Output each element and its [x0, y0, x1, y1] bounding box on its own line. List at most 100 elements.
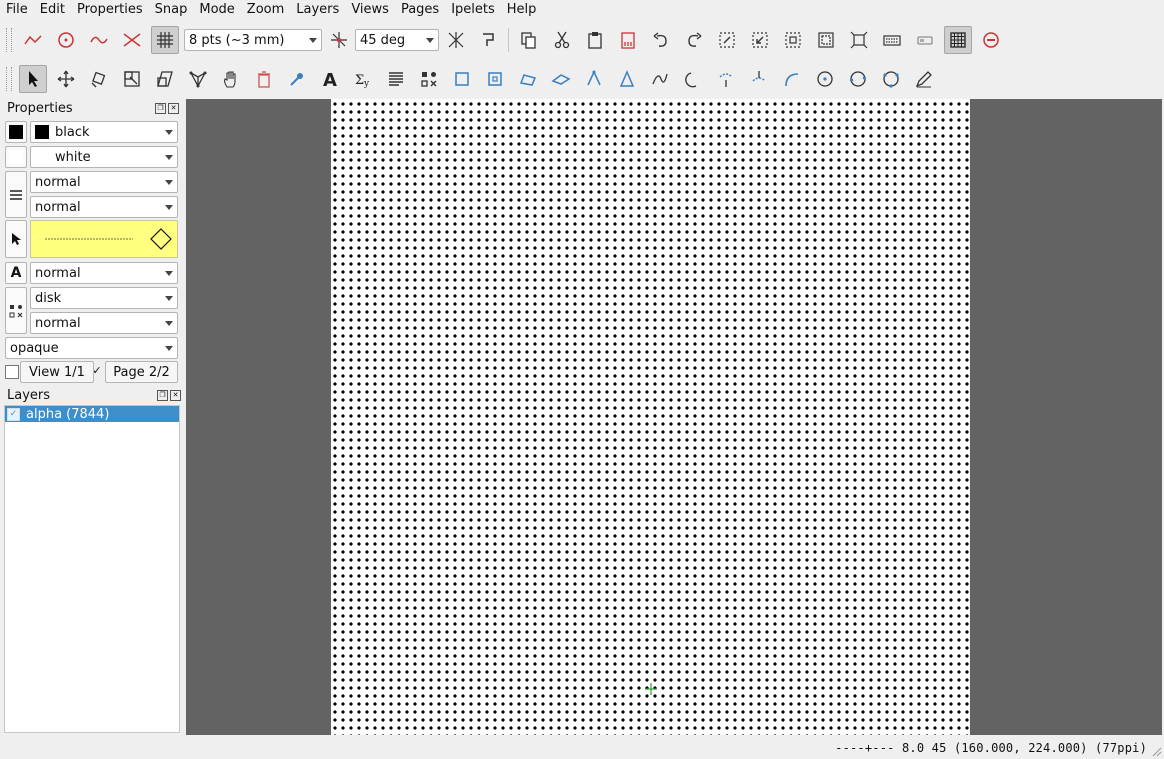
lines-tool-icon[interactable]: [547, 65, 575, 93]
spline-polygon-tool-icon[interactable]: [646, 65, 674, 93]
menu-properties[interactable]: Properties: [71, 0, 149, 20]
mark-tool-icon[interactable]: [415, 65, 443, 93]
chevron-down-icon: [165, 154, 173, 160]
circle-tool-icon[interactable]: [778, 65, 806, 93]
splines-tool-icon[interactable]: [613, 65, 641, 93]
snap-intersection-icon[interactable]: [118, 26, 146, 54]
circle-points-icon[interactable]: [877, 65, 905, 93]
fit-objects-icon[interactable]: [812, 26, 840, 54]
rotate-tool-icon[interactable]: [85, 65, 113, 93]
text-size-button[interactable]: A: [5, 262, 27, 284]
line-preview[interactable]: [30, 220, 178, 258]
grid-size-select[interactable]: 8 pts (~3 mm): [184, 29, 322, 51]
arrow-mode-button[interactable]: [5, 220, 27, 258]
view-marked-checkbox[interactable]: [5, 365, 19, 379]
fit-page-icon[interactable]: [713, 26, 741, 54]
close-icon[interactable]: ✕: [170, 389, 181, 401]
circle-three-point-icon[interactable]: [745, 65, 773, 93]
snap-center-icon[interactable]: [52, 26, 80, 54]
graph-tool-icon[interactable]: [184, 65, 212, 93]
zoom-in-icon[interactable]: [746, 26, 774, 54]
layer-visible-checkbox[interactable]: ✓: [7, 407, 20, 421]
stroke-color-select[interactable]: black: [30, 121, 178, 143]
keyboard-icon[interactable]: [878, 26, 906, 54]
chevron-down-icon: [309, 37, 317, 43]
menu-edit[interactable]: Edit: [34, 0, 71, 20]
toolbar-grip[interactable]: [6, 28, 12, 52]
rectangle-tool-icon[interactable]: [448, 65, 476, 93]
box-tool-icon[interactable]: [481, 65, 509, 93]
view-button[interactable]: View 1/1: [20, 361, 94, 383]
page-canvas[interactable]: [331, 99, 970, 735]
dash-style-select[interactable]: normal: [30, 196, 178, 218]
math-text-tool-icon[interactable]: Σy: [349, 65, 377, 93]
translate-tool-icon[interactable]: [52, 65, 80, 93]
toolbar-grip[interactable]: [6, 67, 12, 91]
pan-tool-icon[interactable]: [217, 65, 245, 93]
float-icon[interactable]: ❐: [155, 102, 166, 114]
text-size-select[interactable]: normal: [30, 262, 178, 284]
stretch-tool-icon[interactable]: [118, 65, 146, 93]
circle-diameter-icon[interactable]: [811, 65, 839, 93]
menu-mode[interactable]: Mode: [193, 0, 240, 20]
delete-page-icon[interactable]: [614, 26, 642, 54]
canvas-area[interactable]: [186, 99, 1162, 735]
shred-tool-icon[interactable]: [250, 65, 278, 93]
toolbar-separator: [508, 28, 509, 52]
menu-pages[interactable]: Pages: [395, 0, 445, 20]
circle-outline-icon[interactable]: [844, 65, 872, 93]
zoom-selection-icon[interactable]: [779, 26, 807, 54]
menu-zoom[interactable]: Zoom: [241, 0, 290, 20]
stroke-color-button[interactable]: [5, 121, 27, 143]
redo-icon[interactable]: [680, 26, 708, 54]
angular-snap-icon[interactable]: [325, 26, 353, 54]
picker-tool-icon[interactable]: [283, 65, 311, 93]
layout-snap-icon[interactable]: [475, 26, 503, 54]
ink-tool-icon[interactable]: [910, 65, 938, 93]
copy-icon[interactable]: [515, 26, 543, 54]
angle-select[interactable]: 45 deg: [355, 29, 439, 51]
parallelogram-tool-icon[interactable]: [514, 65, 542, 93]
pen-width-select[interactable]: normal: [30, 171, 178, 193]
snap-vertex-icon[interactable]: [19, 26, 47, 54]
mark-size-select[interactable]: normal: [30, 312, 178, 334]
layout-icon[interactable]: [911, 26, 939, 54]
menu-layers[interactable]: Layers: [290, 0, 345, 20]
arc-tool-icon[interactable]: [679, 65, 707, 93]
resize-grip-icon[interactable]: [1152, 747, 1162, 757]
fill-color-select[interactable]: white: [30, 146, 178, 168]
grid-toggle-icon[interactable]: [943, 26, 972, 54]
mark-shape-select[interactable]: disk: [30, 287, 178, 309]
page-button[interactable]: Page 2/2: [105, 361, 178, 383]
undo-icon[interactable]: [647, 26, 675, 54]
menu-bar: File Edit Properties Snap Mode Zoom Laye…: [0, 0, 1164, 20]
text-tool-icon[interactable]: A: [316, 65, 344, 93]
zoom-out-icon[interactable]: [977, 26, 1005, 54]
menu-file[interactable]: File: [0, 0, 34, 20]
menu-snap[interactable]: Snap: [149, 0, 194, 20]
layer-item[interactable]: ✓ alpha (7844): [5, 406, 179, 422]
select-tool-icon[interactable]: [18, 65, 47, 93]
opacity-select[interactable]: opaque: [5, 337, 178, 359]
menu-help[interactable]: Help: [501, 0, 543, 20]
cut-icon[interactable]: [548, 26, 576, 54]
fit-width-icon[interactable]: [845, 26, 873, 54]
layers-title: Layers: [7, 387, 51, 403]
paste-icon[interactable]: [581, 26, 609, 54]
snap-curve-icon[interactable]: [85, 26, 113, 54]
menu-ipelets[interactable]: Ipelets: [445, 0, 501, 20]
pen-button[interactable]: [5, 171, 27, 218]
float-icon[interactable]: ❐: [157, 389, 168, 401]
snap-grid-icon[interactable]: [150, 26, 179, 54]
close-icon[interactable]: ✕: [168, 102, 179, 114]
clockwise-arc-tool-icon[interactable]: [712, 65, 740, 93]
menu-views[interactable]: Views: [345, 0, 395, 20]
mark-button[interactable]: [5, 287, 27, 334]
shear-tool-icon[interactable]: [151, 65, 179, 93]
dash-style-value: normal: [35, 199, 81, 215]
paragraph-tool-icon[interactable]: [382, 65, 410, 93]
page-marked-checkbox[interactable]: ✓: [91, 365, 103, 377]
polygon-tool-icon[interactable]: [580, 65, 608, 93]
fill-color-button[interactable]: [5, 146, 27, 168]
auto-angle-icon[interactable]: [442, 26, 470, 54]
